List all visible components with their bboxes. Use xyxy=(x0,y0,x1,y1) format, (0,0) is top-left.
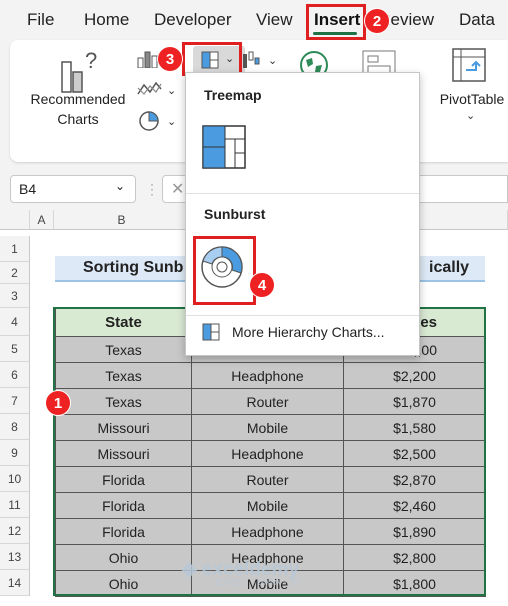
watermark-brand: exceldemy xyxy=(201,559,300,580)
cancel-icon[interactable]: ✕ xyxy=(171,179,184,199)
insert-tab-highlight xyxy=(306,4,366,40)
treemap-heading: Treemap xyxy=(204,87,262,103)
line-chart-icon[interactable] xyxy=(137,80,163,103)
tab-file[interactable]: File xyxy=(27,10,54,30)
menu-divider xyxy=(186,315,419,316)
table-cell[interactable]: Texas xyxy=(55,388,192,415)
hierarchy-chart-small-icon xyxy=(202,323,220,346)
table-cell[interactable]: Florida xyxy=(55,466,192,493)
table-cell[interactable]: Headphone xyxy=(191,440,344,467)
row-header[interactable]: 12 xyxy=(0,518,30,544)
name-box[interactable]: B4 ⌄ xyxy=(10,175,136,203)
table-cell[interactable]: Headphone xyxy=(191,362,344,389)
table-cell[interactable]: $2,870 xyxy=(343,466,486,493)
table-cell[interactable]: $1,800 xyxy=(343,570,486,597)
header-state[interactable]: State xyxy=(55,308,192,337)
table-cell[interactable]: Headphone xyxy=(191,518,344,545)
table-cell[interactable]: Florida xyxy=(55,492,192,519)
row-header[interactable]: 1 xyxy=(0,236,30,262)
step-marker-2: 2 xyxy=(364,8,390,34)
row-header[interactable]: 2 xyxy=(0,262,30,284)
table-cell[interactable]: Florida xyxy=(55,518,192,545)
chevron-down-icon[interactable]: ⌄ xyxy=(466,109,475,122)
more-options-icon[interactable]: ⋮ xyxy=(145,181,159,198)
sheet-title-left: Sorting Sunb xyxy=(83,259,184,276)
waterfall-chart-icon[interactable] xyxy=(242,50,264,73)
row-header[interactable]: 10 xyxy=(0,466,30,492)
table-row: Missouri Headphone $2,500 xyxy=(55,440,486,467)
table-cell[interactable]: $2,500 xyxy=(343,440,486,467)
table-cell[interactable]: Texas xyxy=(55,336,192,363)
watermark-tagline: EXCEL · DATA · BI xyxy=(216,578,301,587)
chevron-down-icon[interactable]: ⌄ xyxy=(167,84,176,97)
svg-text:?: ? xyxy=(85,48,97,73)
sunburst-heading: Sunburst xyxy=(204,206,266,222)
table-row: Florida Headphone $1,890 xyxy=(55,518,486,545)
tab-review[interactable]: Review xyxy=(386,10,434,30)
treemap-chart-option[interactable] xyxy=(202,125,246,174)
tab-data[interactable]: Data xyxy=(459,10,495,30)
row-header[interactable]: 7 xyxy=(0,388,30,414)
name-box-value: B4 xyxy=(19,181,37,197)
chevron-down-icon[interactable]: ⌄ xyxy=(268,54,277,67)
chevron-down-icon[interactable]: ⌄ xyxy=(115,179,125,193)
treemap-icon xyxy=(202,125,246,169)
ribbon-tab-bar: File Home Developer View Insert Review D… xyxy=(0,0,508,40)
table-cell[interactable]: Missouri xyxy=(55,414,192,441)
hierarchy-button-highlight xyxy=(182,42,242,76)
table-cell[interactable]: $2,460 xyxy=(343,492,486,519)
hierarchy-chart-dropdown: Treemap Sunburst More Hierarchy Charts..… xyxy=(185,72,420,356)
row-header[interactable]: 6 xyxy=(0,362,30,388)
more-hierarchy-charts-link[interactable]: More Hierarchy Charts... xyxy=(232,324,384,340)
table-cell[interactable]: Ohio xyxy=(55,570,192,597)
table-row: Texas Headphone $2,200 xyxy=(55,362,486,389)
recommended-charts-label-1[interactable]: Recommended xyxy=(18,91,138,107)
table-cell[interactable]: Router xyxy=(191,388,344,415)
watermark: ◆ exceldemy EXCEL · DATA · BI xyxy=(182,558,300,587)
column-header-b[interactable]: B xyxy=(54,210,190,230)
row-header[interactable]: 3 xyxy=(0,284,30,308)
table-cell[interactable]: $2,200 xyxy=(343,362,486,389)
row-header[interactable]: 11 xyxy=(0,492,30,518)
step-marker-1: 1 xyxy=(45,390,71,416)
table-cell[interactable]: Missouri xyxy=(55,440,192,467)
recommended-charts-label-2[interactable]: Charts xyxy=(18,111,138,127)
step-marker-4: 4 xyxy=(249,272,275,298)
table-cell[interactable]: $1,580 xyxy=(343,414,486,441)
row-header[interactable]: 13 xyxy=(0,544,30,570)
pivottable-icon[interactable] xyxy=(452,48,486,87)
table-cell[interactable]: $1,870 xyxy=(343,388,486,415)
table-row: Texas Router $1,870 xyxy=(55,388,486,415)
table-cell[interactable]: Mobile xyxy=(191,414,344,441)
tab-home[interactable]: Home xyxy=(84,10,129,30)
tab-developer[interactable]: Developer xyxy=(154,10,232,30)
chevron-down-icon[interactable]: ⌄ xyxy=(167,115,176,128)
recommended-charts-icon[interactable]: ? xyxy=(60,48,100,94)
table-cell[interactable]: $2,800 xyxy=(343,544,486,571)
row-header[interactable]: 5 xyxy=(0,336,30,362)
select-all-corner[interactable] xyxy=(0,210,30,230)
row-header[interactable]: 4 xyxy=(0,308,30,336)
pie-chart-icon[interactable] xyxy=(138,110,160,137)
column-header-a[interactable]: A xyxy=(30,210,54,230)
pivottable-label[interactable]: PivotTable xyxy=(436,91,508,107)
table-row: Florida Router $2,870 xyxy=(55,466,486,493)
table-cell[interactable]: Ohio xyxy=(55,544,192,571)
menu-divider xyxy=(186,193,419,194)
table-cell[interactable]: Router xyxy=(191,466,344,493)
step-marker-3: 3 xyxy=(157,46,183,72)
row-header[interactable]: 8 xyxy=(0,414,30,440)
tab-view[interactable]: View xyxy=(256,10,293,30)
table-cell[interactable]: Mobile xyxy=(191,492,344,519)
row-header[interactable]: 14 xyxy=(0,570,30,596)
sunburst-highlight xyxy=(193,236,256,305)
table-cell[interactable]: Texas xyxy=(55,362,192,389)
row-header[interactable]: 9 xyxy=(0,440,30,466)
table-row: Florida Mobile $2,460 xyxy=(55,492,486,519)
table-cell[interactable]: $1,890 xyxy=(343,518,486,545)
column-chart-icon[interactable] xyxy=(137,50,159,73)
table-row: Missouri Mobile $1,580 xyxy=(55,414,486,441)
watermark-logo-icon: ◆ xyxy=(182,559,197,580)
sheet-title-right: ically xyxy=(429,259,470,276)
